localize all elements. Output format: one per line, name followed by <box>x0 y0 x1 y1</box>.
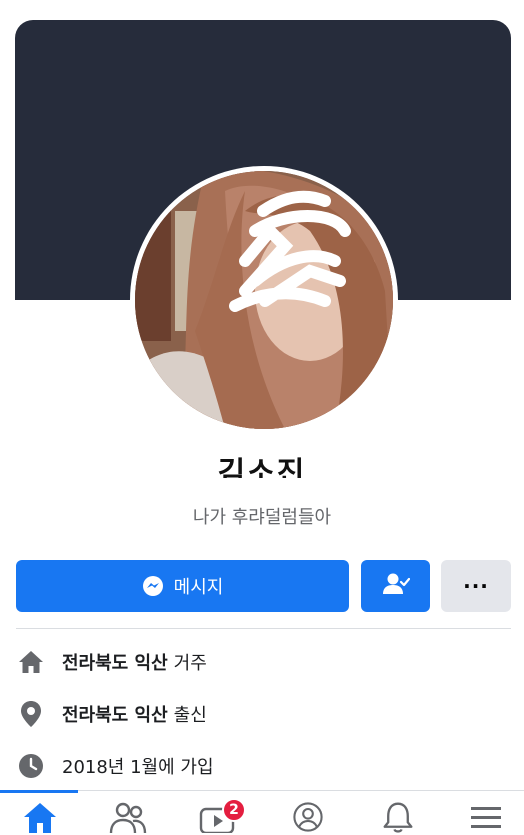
name-redaction <box>222 478 308 494</box>
current-city-suffix: 거주 <box>173 653 207 674</box>
profile-bio: 나가 후랴덜럼들아 <box>192 507 332 528</box>
friend-check-icon <box>382 572 410 600</box>
hometown[interactable]: 전라북도 익산 <box>62 701 168 727</box>
friends-button[interactable] <box>361 560 430 612</box>
message-button[interactable]: 메시지 <box>16 560 349 612</box>
divider <box>16 628 511 629</box>
nav-home[interactable] <box>20 801 60 835</box>
bottom-navigation <box>0 790 524 835</box>
friends-icon <box>109 802 147 833</box>
home-icon <box>16 647 46 677</box>
more-options-button[interactable]: ··· <box>441 560 511 612</box>
hometown-suffix: 출신 <box>173 705 207 726</box>
home-icon <box>24 803 56 833</box>
joined-date: 2018년 1월에 가입 <box>62 757 214 778</box>
nav-menu[interactable] <box>466 801 506 835</box>
nav-notifications[interactable] <box>378 801 418 835</box>
message-button-label: 메시지 <box>173 577 224 598</box>
nav-profile[interactable] <box>288 801 328 835</box>
messenger-icon <box>142 575 164 597</box>
notifications-icon <box>383 802 413 833</box>
current-city[interactable]: 전라북도 익산 <box>62 649 168 675</box>
nav-friends[interactable] <box>108 801 148 835</box>
watch-notification-badge: 2 <box>222 798 246 822</box>
more-icon: ··· <box>463 574 489 598</box>
profile-icon <box>293 802 323 832</box>
clock-icon <box>16 751 46 781</box>
info-row-hometown: 전라북도 익산 출신 <box>16 699 207 729</box>
location-pin-icon <box>16 699 46 729</box>
info-row-current-city: 전라북도 익산 거주 <box>16 647 207 677</box>
profile-picture[interactable] <box>130 166 398 434</box>
info-row-joined: 2018년 1월에 가입 <box>16 751 214 781</box>
profile-page: 김소진 나가 후랴덜럼들아 메시지 ··· 전라북도 익산 거주 전라북도 익산… <box>0 0 524 835</box>
active-tab-indicator <box>0 790 78 793</box>
menu-icon <box>471 807 501 828</box>
profile-photo <box>135 171 393 429</box>
